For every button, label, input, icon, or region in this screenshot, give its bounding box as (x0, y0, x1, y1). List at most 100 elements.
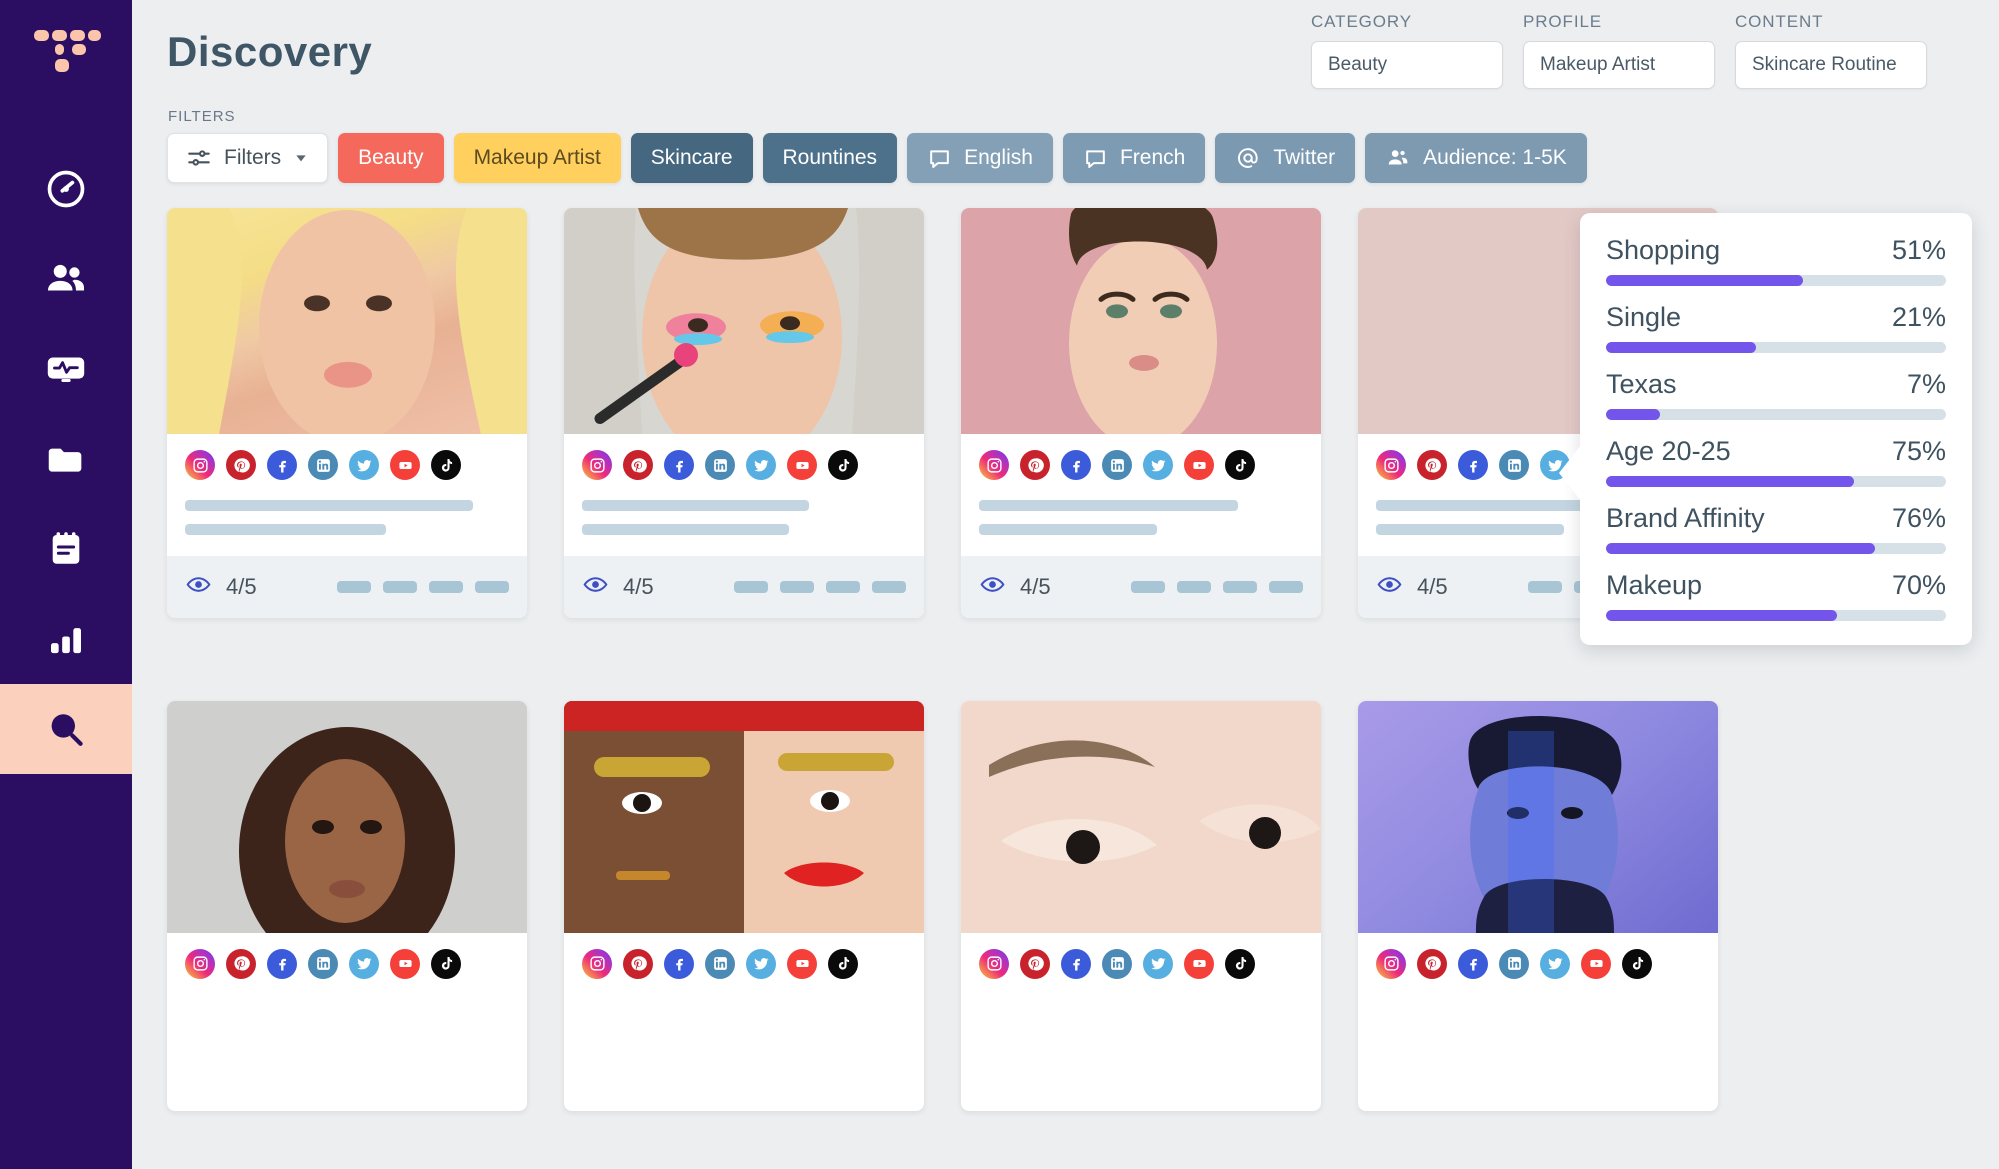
insight-bar-fill (1606, 476, 1854, 487)
pinterest-icon[interactable] (623, 949, 653, 979)
linkedin-icon[interactable] (705, 949, 735, 979)
instagram-icon[interactable] (185, 450, 215, 480)
pinterest-icon[interactable] (1417, 949, 1447, 979)
creator-card-5[interactable] (167, 701, 527, 1111)
creator-card-2[interactable]: 4/5 (564, 208, 924, 618)
sidebar-item-campaigns[interactable] (0, 414, 132, 504)
select-group-content: CONTENT Skincare Routine (1735, 12, 1927, 89)
facebook-icon[interactable] (1458, 450, 1488, 480)
youtube-icon[interactable] (1184, 949, 1214, 979)
creator-card-footer: 4/5 (564, 556, 924, 618)
filter-chip-audience[interactable]: Audience: 1-5K (1365, 133, 1587, 183)
youtube-icon[interactable] (1581, 949, 1611, 979)
sidebar-item-reports[interactable] (0, 504, 132, 594)
pinterest-icon[interactable] (1417, 450, 1447, 480)
tiktok-icon[interactable] (1225, 450, 1255, 480)
youtube-icon[interactable] (1184, 450, 1214, 480)
twitter-icon[interactable] (746, 450, 776, 480)
instagram-icon[interactable] (1376, 949, 1406, 979)
sidebar-item-analytics[interactable] (0, 594, 132, 684)
youtube-icon[interactable] (390, 450, 420, 480)
bar-chart-icon (46, 619, 86, 659)
filter-chip-rountines[interactable]: Rountines (763, 133, 898, 183)
filter-chip-twitter[interactable]: Twitter (1215, 133, 1355, 183)
facebook-icon[interactable] (1458, 949, 1488, 979)
creator-card-1[interactable]: 4/5 (167, 208, 527, 618)
rating-value: 4/5 (226, 574, 257, 600)
tiktok-icon[interactable] (1622, 949, 1652, 979)
pinterest-icon[interactable] (623, 450, 653, 480)
insight-value: 21% (1892, 302, 1946, 333)
filter-chip-english[interactable]: English (907, 133, 1053, 183)
instagram-icon[interactable] (582, 450, 612, 480)
tiktok-icon[interactable] (431, 450, 461, 480)
filters-button[interactable]: Filters (167, 133, 328, 183)
youtube-icon[interactable] (390, 949, 420, 979)
linkedin-icon[interactable] (705, 450, 735, 480)
linkedin-icon[interactable] (308, 949, 338, 979)
creator-card-3[interactable]: 4/5 (961, 208, 1321, 618)
tiktok-icon[interactable] (828, 450, 858, 480)
tiktok-icon[interactable] (828, 949, 858, 979)
facebook-icon[interactable] (664, 949, 694, 979)
facebook-icon[interactable] (267, 949, 297, 979)
tiktok-icon[interactable] (1225, 949, 1255, 979)
tiktok-icon[interactable] (431, 949, 461, 979)
linkedin-icon[interactable] (1499, 949, 1529, 979)
select-content[interactable]: Skincare Routine (1735, 41, 1927, 89)
instagram-icon[interactable] (979, 450, 1009, 480)
insight-stat: Single 21% (1606, 302, 1946, 353)
linkedin-icon[interactable] (1499, 450, 1529, 480)
instagram-icon[interactable] (185, 949, 215, 979)
creator-card-7[interactable] (961, 701, 1321, 1111)
youtube-icon[interactable] (787, 949, 817, 979)
people-icon (43, 256, 89, 302)
pinterest-icon[interactable] (1020, 450, 1050, 480)
filter-chip-makeup-artist[interactable]: Makeup Artist (454, 133, 621, 183)
instagram-icon[interactable] (979, 949, 1009, 979)
creator-card-8[interactable] (1358, 701, 1718, 1111)
select-profile[interactable]: Makeup Artist (1523, 41, 1715, 89)
sidebar-item-dashboard[interactable] (0, 144, 132, 234)
pinterest-icon[interactable] (226, 949, 256, 979)
creator-card-6[interactable] (564, 701, 924, 1111)
filter-chip-beauty[interactable]: Beauty (338, 133, 443, 183)
pinterest-icon[interactable] (226, 450, 256, 480)
instagram-icon[interactable] (1376, 450, 1406, 480)
insight-stat: Texas 7% (1606, 369, 1946, 420)
twitter-icon[interactable] (1540, 949, 1570, 979)
insight-value: 75% (1892, 436, 1946, 467)
sidebar-item-monitoring[interactable] (0, 324, 132, 414)
creator-info (167, 434, 527, 556)
linkedin-icon[interactable] (308, 450, 338, 480)
filter-chip-french[interactable]: French (1063, 133, 1205, 183)
facebook-icon[interactable] (664, 450, 694, 480)
creator-info (564, 434, 924, 556)
at-sign-icon (1235, 145, 1261, 171)
sidebar-item-audience[interactable] (0, 234, 132, 324)
twitter-icon[interactable] (349, 450, 379, 480)
select-category[interactable]: Beauty (1311, 41, 1503, 89)
facebook-icon[interactable] (267, 450, 297, 480)
twitter-icon[interactable] (1143, 450, 1173, 480)
insight-stat: Age 20-25 75% (1606, 436, 1946, 487)
placeholder-line (1376, 524, 1564, 535)
twitter-icon[interactable] (349, 949, 379, 979)
sidebar-item-discovery[interactable] (0, 684, 132, 774)
filter-chip-skincare[interactable]: Skincare (631, 133, 753, 183)
placeholder-line (185, 524, 386, 535)
instagram-icon[interactable] (582, 949, 612, 979)
facebook-icon[interactable] (1061, 949, 1091, 979)
youtube-icon[interactable] (787, 450, 817, 480)
twitter-icon[interactable] (746, 949, 776, 979)
brand-logo[interactable] (34, 28, 98, 84)
linkedin-icon[interactable] (1102, 949, 1132, 979)
filter-chip-label: English (964, 146, 1033, 170)
metric-dash (1223, 581, 1257, 593)
facebook-icon[interactable] (1061, 450, 1091, 480)
folder-icon (43, 436, 89, 482)
pinterest-icon[interactable] (1020, 949, 1050, 979)
twitter-icon[interactable] (1143, 949, 1173, 979)
linkedin-icon[interactable] (1102, 450, 1132, 480)
placeholder-line (979, 500, 1238, 511)
